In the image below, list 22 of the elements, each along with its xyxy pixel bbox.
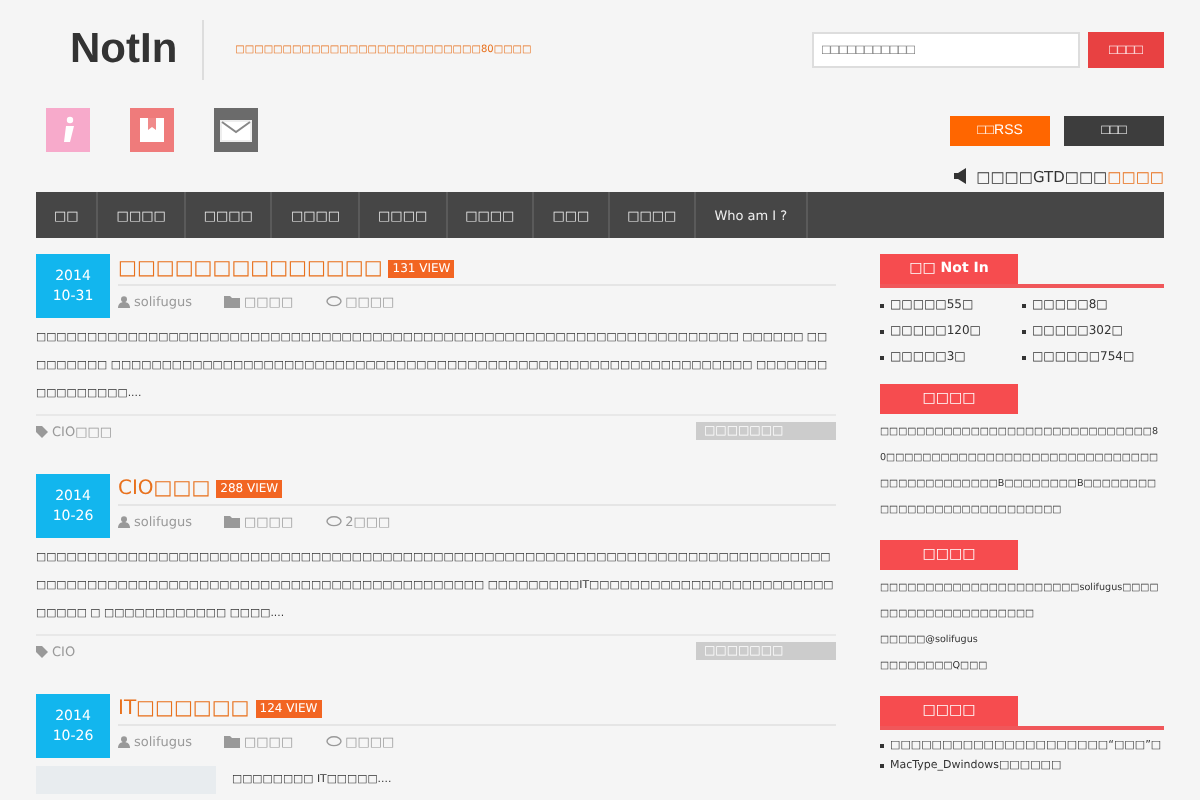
mail-tile[interactable] xyxy=(214,108,258,152)
post-title[interactable]: CIO□□□ xyxy=(118,478,211,500)
folder-icon xyxy=(224,736,241,748)
bookmark-tile[interactable] xyxy=(130,108,174,152)
folder-icon xyxy=(224,296,241,308)
comment-icon xyxy=(325,296,342,308)
comment-icon xyxy=(325,516,342,528)
post-title[interactable]: □□□□□□□□□□□□□□ xyxy=(118,258,383,280)
mail-icon xyxy=(220,119,252,141)
tag-icon xyxy=(36,645,48,657)
folder-icon xyxy=(224,516,241,528)
user-icon xyxy=(118,296,130,308)
site-logo: NotIn xyxy=(36,20,204,80)
info-icon xyxy=(60,116,76,144)
speaker-icon xyxy=(954,168,967,184)
comment-icon xyxy=(325,736,342,748)
bookmark-icon xyxy=(138,116,166,144)
user-icon xyxy=(118,736,130,748)
info-tile[interactable] xyxy=(46,108,90,152)
user-icon xyxy=(118,516,130,528)
tag-icon xyxy=(36,425,48,437)
post-title[interactable]: IT□□□□□□ xyxy=(118,698,250,720)
